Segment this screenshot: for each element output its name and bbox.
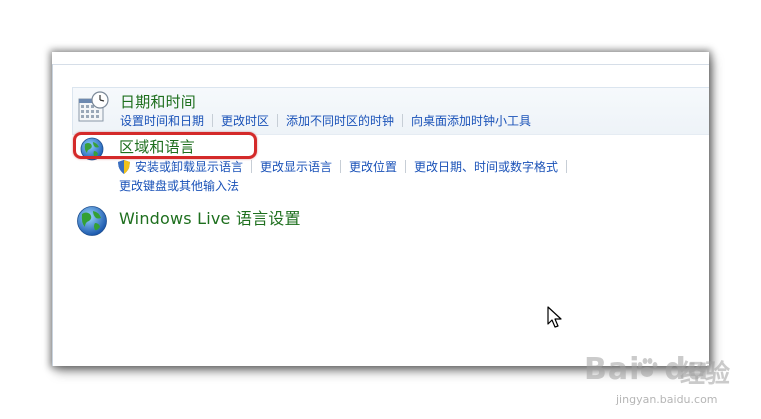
region-language-links: 安装或卸载显示语言 更改显示语言 更改位置 更改日期、时间或数字格式 <box>119 158 575 175</box>
watermark-url: jingyan.baidu.com <box>616 393 718 406</box>
link-change-timezone[interactable]: 更改时区 <box>221 114 269 128</box>
link-separator <box>566 160 568 173</box>
calendar-clock-icon <box>78 91 109 122</box>
link-add-clock-gadget[interactable]: 向桌面添加时钟小工具 <box>411 114 531 128</box>
link-add-clocks[interactable]: 添加不同时区的时钟 <box>286 114 394 128</box>
link-separator <box>402 114 404 127</box>
link-change-display-language[interactable]: 更改显示语言 <box>260 160 332 174</box>
link-separator <box>340 160 342 173</box>
category-date-time: 日期和时间 设置时间和日期 更改时区 添加不同时区的时钟 向桌面添加时钟小工具 <box>72 87 709 135</box>
category-windows-live-language: Windows Live 语言设置 <box>72 200 709 240</box>
region-language-links-line2: 更改键盘或其他输入法 <box>119 177 239 194</box>
link-separator <box>251 160 253 173</box>
category-title-windows-live[interactable]: Windows Live 语言设置 <box>119 205 301 229</box>
link-separator <box>405 160 407 173</box>
divider <box>52 64 53 366</box>
mouse-cursor-icon <box>547 306 562 328</box>
date-time-links: 设置时间和日期 更改时区 添加不同时区的时钟 向桌面添加时钟小工具 <box>120 112 531 129</box>
control-panel-window: 日期和时间 设置时间和日期 更改时区 添加不同时区的时钟 向桌面添加时钟小工具 区域和… <box>52 52 709 366</box>
watermark-text: 经验 <box>680 359 731 388</box>
link-separator <box>277 114 279 127</box>
link-change-keyboards[interactable]: 更改键盘或其他输入法 <box>119 179 239 193</box>
divider <box>52 64 709 65</box>
globe-icon <box>77 206 107 236</box>
link-install-display-language[interactable]: 安装或卸载显示语言 <box>119 160 243 174</box>
link-separator <box>212 114 214 127</box>
link-set-time-date[interactable]: 设置时间和日期 <box>120 114 204 128</box>
category-title-date-time[interactable]: 日期和时间 <box>120 91 196 112</box>
screenshot-stage: 日期和时间 设置时间和日期 更改时区 添加不同时区的时钟 向桌面添加时钟小工具 区域和… <box>0 0 761 419</box>
link-change-location[interactable]: 更改位置 <box>349 160 397 174</box>
shield-icon <box>118 160 130 174</box>
link-change-formats[interactable]: 更改日期、时间或数字格式 <box>414 160 558 174</box>
highlight-outline <box>73 132 257 159</box>
watermark: Bai du 经验 jingyan.baidu.com <box>584 352 754 412</box>
paw-icon <box>637 358 658 377</box>
